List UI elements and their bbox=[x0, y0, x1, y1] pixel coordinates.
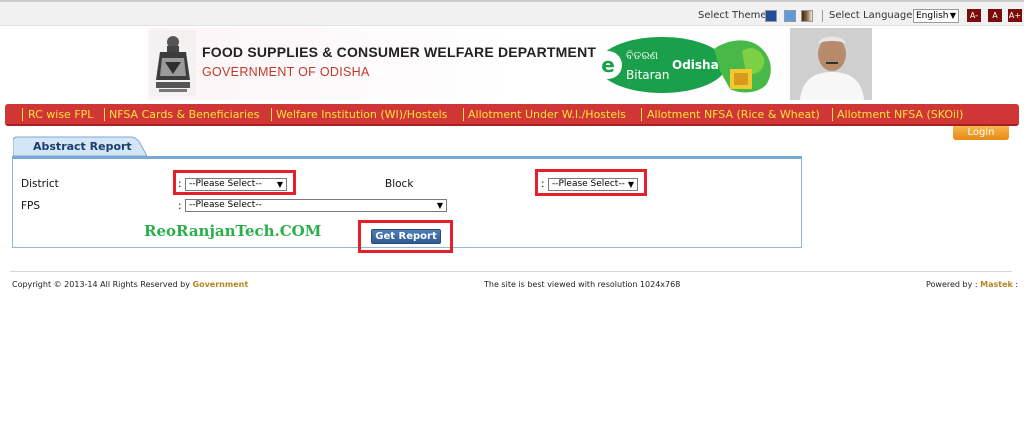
district-label: District bbox=[21, 178, 59, 190]
footer-powered-by: Powered by : Mastek : bbox=[926, 280, 1018, 289]
font-decrease-button[interactable]: A- bbox=[967, 9, 981, 22]
select-language-label: Select Language bbox=[829, 10, 913, 21]
odisha-emblem-icon bbox=[150, 30, 196, 96]
footer-divider bbox=[10, 271, 1012, 272]
nav-separator bbox=[22, 108, 23, 121]
resolution-note: The site is best viewed with resolution … bbox=[484, 280, 681, 289]
block-highlight-box bbox=[535, 169, 647, 196]
theme-swatch-light-blue[interactable] bbox=[784, 10, 796, 22]
nav-item-allotment-skoil[interactable]: Allotment NFSA (SKOil) bbox=[837, 108, 963, 121]
fps-colon: : bbox=[178, 200, 182, 212]
mastek-link[interactable]: Mastek bbox=[980, 280, 1013, 289]
powered-by-suffix: : bbox=[1015, 280, 1019, 289]
nav-separator bbox=[104, 108, 105, 121]
fps-select[interactable]: --Please Select-- ▼ bbox=[185, 199, 447, 212]
nav-item-nfsa-cards[interactable]: NFSA Cards & Beneficiaries bbox=[109, 108, 260, 121]
logo-odisha-text: Odisha bbox=[672, 58, 719, 72]
nav-separator bbox=[641, 108, 642, 121]
nav-item-allotment-wi[interactable]: Allotment Under W.I./Hostels bbox=[468, 108, 626, 121]
logo-odia-text: ବିତରଣ bbox=[626, 49, 658, 62]
get-report-highlight-box bbox=[358, 220, 453, 253]
font-normal-button[interactable]: A bbox=[988, 9, 1002, 22]
footer-copyright: Copyright © 2013-14 All Rights Reserved … bbox=[12, 280, 248, 289]
top-utility-bar: Select Theme Select Language English ▼ A… bbox=[0, 0, 1024, 26]
fps-label: FPS bbox=[21, 200, 41, 212]
watermark-text: ReoRanjanTech.COM bbox=[144, 222, 322, 240]
government-link[interactable]: Government bbox=[193, 280, 249, 289]
district-highlight-box bbox=[173, 170, 296, 195]
chevron-down-icon: ▼ bbox=[436, 201, 443, 210]
select-theme-label: Select Theme bbox=[698, 10, 767, 21]
nav-item-allotment-rice-wheat[interactable]: Allotment NFSA (Rice & Wheat) bbox=[647, 108, 820, 121]
copyright-text: Copyright © 2013-14 All Rights Reserved … bbox=[12, 280, 190, 289]
nav-separator bbox=[463, 108, 464, 121]
nav-separator bbox=[832, 108, 833, 121]
main-navigation: RC wise FPL NFSA Cards & Beneficiaries W… bbox=[5, 104, 1019, 126]
nav-item-welfare-institution[interactable]: Welfare Institution (WI)/Hostels bbox=[276, 108, 447, 121]
font-increase-button[interactable]: A+ bbox=[1008, 9, 1022, 22]
chevron-down-icon: ▼ bbox=[949, 11, 956, 20]
logo-letter: e bbox=[601, 53, 615, 77]
chief-minister-portrait bbox=[790, 28, 872, 100]
language-select-value: English bbox=[916, 11, 949, 21]
nav-item-rc-wise-fpl[interactable]: RC wise FPL bbox=[28, 108, 93, 121]
powered-by-text: Powered by : bbox=[926, 280, 978, 289]
login-button[interactable]: Login bbox=[953, 126, 1009, 140]
language-select[interactable]: English ▼ bbox=[913, 9, 959, 23]
e-bitaran-odisha-logo: e ବିତରଣ Bitaran Odisha bbox=[596, 37, 771, 93]
theme-swatch-brown[interactable] bbox=[801, 10, 813, 22]
government-subtitle: GOVERNMENT OF ODISHA bbox=[202, 65, 370, 79]
theme-swatch-blue[interactable] bbox=[765, 10, 777, 22]
fps-select-value: --Please Select-- bbox=[189, 200, 262, 210]
nav-separator bbox=[271, 108, 272, 121]
abstract-report-tab-label: Abstract Report bbox=[33, 140, 132, 153]
person-portrait-icon bbox=[790, 28, 872, 100]
topbar-separator bbox=[822, 10, 823, 22]
logo-bitaran-text: Bitaran bbox=[626, 68, 670, 82]
department-title: FOOD SUPPLIES & CONSUMER WELFARE DEPARTM… bbox=[202, 44, 597, 60]
block-label: Block bbox=[385, 178, 414, 190]
